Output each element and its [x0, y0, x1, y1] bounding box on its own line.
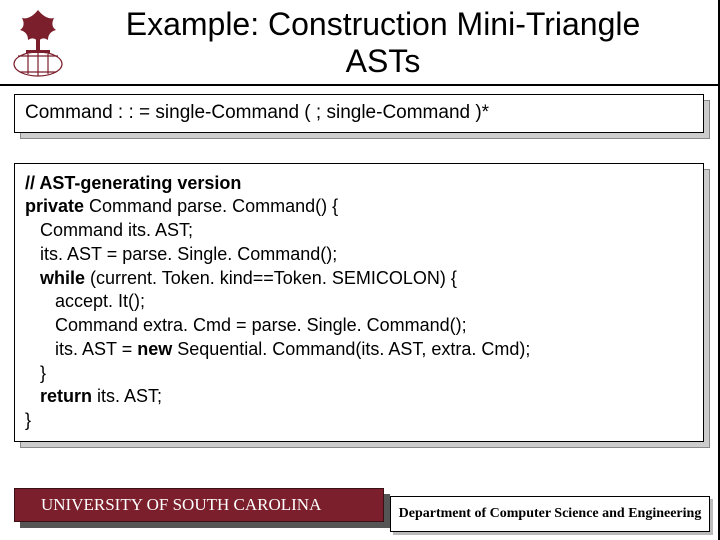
code-text: (current. Token. kind==Token. SEMICOLON)…: [90, 268, 457, 288]
code-comment: // AST-generating version: [25, 173, 241, 193]
code-text: accept. It();: [25, 291, 145, 311]
code-text: Command extra. Cmd = parse. Single. Comm…: [25, 315, 467, 335]
code-listing: // AST-generating version private Comman…: [14, 163, 704, 442]
grammar-text: Command : : = single-Command ( ; single-…: [14, 94, 704, 133]
title-line-2: ASTs: [346, 43, 421, 79]
title-line-1: Example: Construction Mini-Triangle: [126, 6, 641, 42]
kw-return: return: [25, 386, 97, 406]
slide-header: Example: Construction Mini-Triangle ASTs: [0, 0, 718, 86]
code-text: }: [25, 363, 46, 383]
slide-content: Command : : = single-Command ( ; single-…: [0, 86, 718, 442]
footer-university: UNIVERSITY OF SOUTH CAROLINA: [14, 488, 384, 522]
code-text: }: [25, 410, 31, 430]
code-text: Sequential. Command(its. AST, extra. Cmd…: [177, 339, 530, 359]
slide-footer: UNIVERSITY OF SOUTH CAROLINA Department …: [0, 488, 718, 528]
code-text: its. AST = parse. Single. Command();: [25, 244, 337, 264]
kw-while: while: [25, 268, 90, 288]
grammar-box: Command : : = single-Command ( ; single-…: [14, 94, 704, 133]
code-text: Command parse. Command() {: [89, 196, 338, 216]
kw-new: new: [137, 339, 177, 359]
code-text: its. AST;: [97, 386, 162, 406]
footer-department: Department of Computer Science and Engin…: [390, 496, 710, 532]
kw-private: private: [25, 196, 89, 216]
slide-title: Example: Construction Mini-Triangle ASTs: [68, 4, 698, 80]
code-text: its. AST =: [25, 339, 137, 359]
university-logo: [8, 6, 68, 80]
code-text: Command its. AST;: [25, 220, 193, 240]
code-box: // AST-generating version private Comman…: [14, 163, 704, 442]
